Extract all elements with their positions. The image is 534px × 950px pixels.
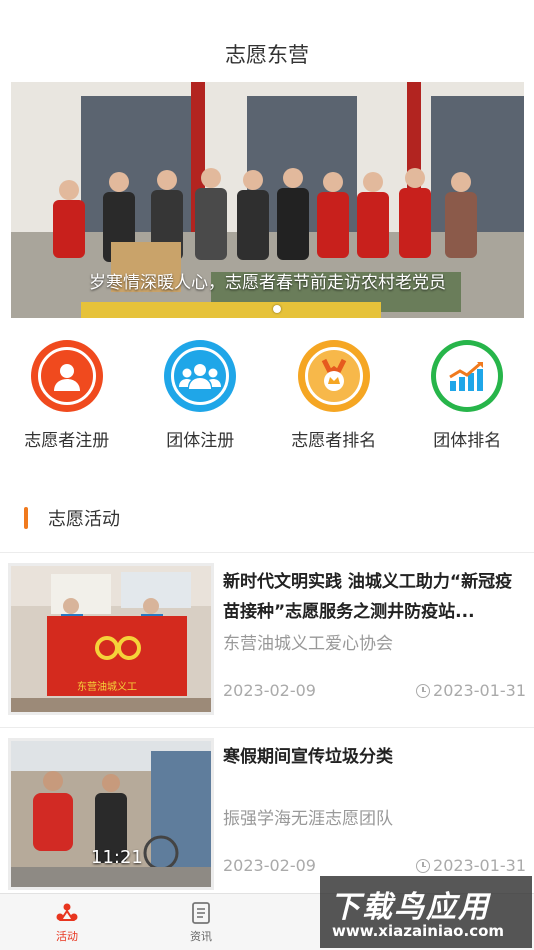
section-title: 志愿活动 — [48, 509, 120, 530]
growth-chart-icon — [431, 340, 504, 412]
photo-banner-text: 东营油城义工 — [77, 682, 137, 693]
banner-carousel[interactable]: 岁寒情深暖人心，志愿者春节前走访农村老党员 — [11, 82, 524, 318]
activity-card[interactable]: 11:21 寒假期间宣传垃圾分类 振强学海无涯志愿团队 2023-02-09 2… — [0, 730, 534, 900]
activity-date-end-text: 2023-01-31 — [433, 681, 526, 700]
news-icon — [192, 902, 210, 924]
volunteer-register-button[interactable]: 志愿者注册 — [0, 340, 134, 460]
clock-icon — [416, 858, 431, 873]
photo-timestamp: 11:21 — [91, 847, 143, 868]
group-register-button[interactable]: 团体注册 — [134, 340, 268, 460]
medal-icon — [297, 340, 370, 412]
activity-organization: 振强学海无涯志愿团队 — [223, 809, 393, 829]
activity-organization: 东营油城义工爱心协会 — [223, 634, 393, 654]
tab-activity-label: 活动 — [56, 930, 78, 943]
section-header: 志愿活动 — [0, 500, 534, 536]
tab-activity[interactable]: 活动 — [0, 894, 134, 950]
watermark-logo: 下载鸟应用 www.xiazainiao.com — [320, 876, 532, 948]
clock-icon — [416, 683, 431, 698]
volunteer-register-label: 志愿者注册 — [24, 431, 110, 451]
section-accent-bar — [24, 507, 28, 529]
divider — [0, 727, 534, 728]
group-ranking-button[interactable]: 团体排名 — [401, 340, 534, 460]
app-header: 志愿东营 — [0, 0, 534, 82]
divider — [0, 552, 534, 553]
tab-news[interactable]: 资讯 — [134, 894, 268, 950]
activity-thumbnail: 11:21 — [8, 738, 214, 890]
carousel-indicator[interactable] — [273, 305, 281, 313]
group-ranking-label: 团体排名 — [433, 431, 502, 451]
quick-actions: 志愿者注册 团体注册 志愿者排名 团体排名 — [0, 340, 534, 460]
banner-caption: 岁寒情深暖人心，志愿者春节前走访农村老党员 — [89, 273, 446, 293]
tab-news-label: 资讯 — [190, 930, 212, 943]
activity-title: 寒假期间宣传垃圾分类 — [223, 747, 393, 767]
volunteer-ranking-button[interactable]: 志愿者排名 — [267, 340, 401, 460]
activity-date-end: 2023-01-31 — [416, 681, 526, 700]
activity-title: 新时代文明实践 油城义工助力“新冠疫苗接种”志愿服务之测井防疫站... — [223, 572, 513, 622]
activity-date-end: 2023-01-31 — [416, 856, 526, 875]
activity-thumbnail: 东营油城义工 — [8, 563, 214, 715]
activity-date-start: 2023-02-09 — [223, 856, 316, 875]
group-register-label: 团体注册 — [166, 431, 235, 451]
volunteer-ranking-label: 志愿者排名 — [291, 431, 377, 451]
watermark-line1: 下载鸟应用 — [330, 890, 490, 925]
person-icon — [30, 340, 103, 412]
page-title: 志愿东营 — [225, 43, 309, 67]
activity-card[interactable]: 东营油城义工 新时代文明实践 油城义工助力“新冠疫苗接种”志愿服务之测井防疫站.… — [0, 555, 534, 725]
activity-date-end-text: 2023-01-31 — [433, 856, 526, 875]
group-icon — [164, 340, 237, 412]
watermark-line2: www.xiazainiao.com — [332, 922, 505, 940]
activity-date-start: 2023-02-09 — [223, 681, 316, 700]
activity-icon — [56, 903, 78, 921]
app-screen: 志愿东营 岁寒情深暖人心，志愿者春节前走访农村老党员 志愿者注册 团体注册 志愿… — [0, 0, 534, 950]
